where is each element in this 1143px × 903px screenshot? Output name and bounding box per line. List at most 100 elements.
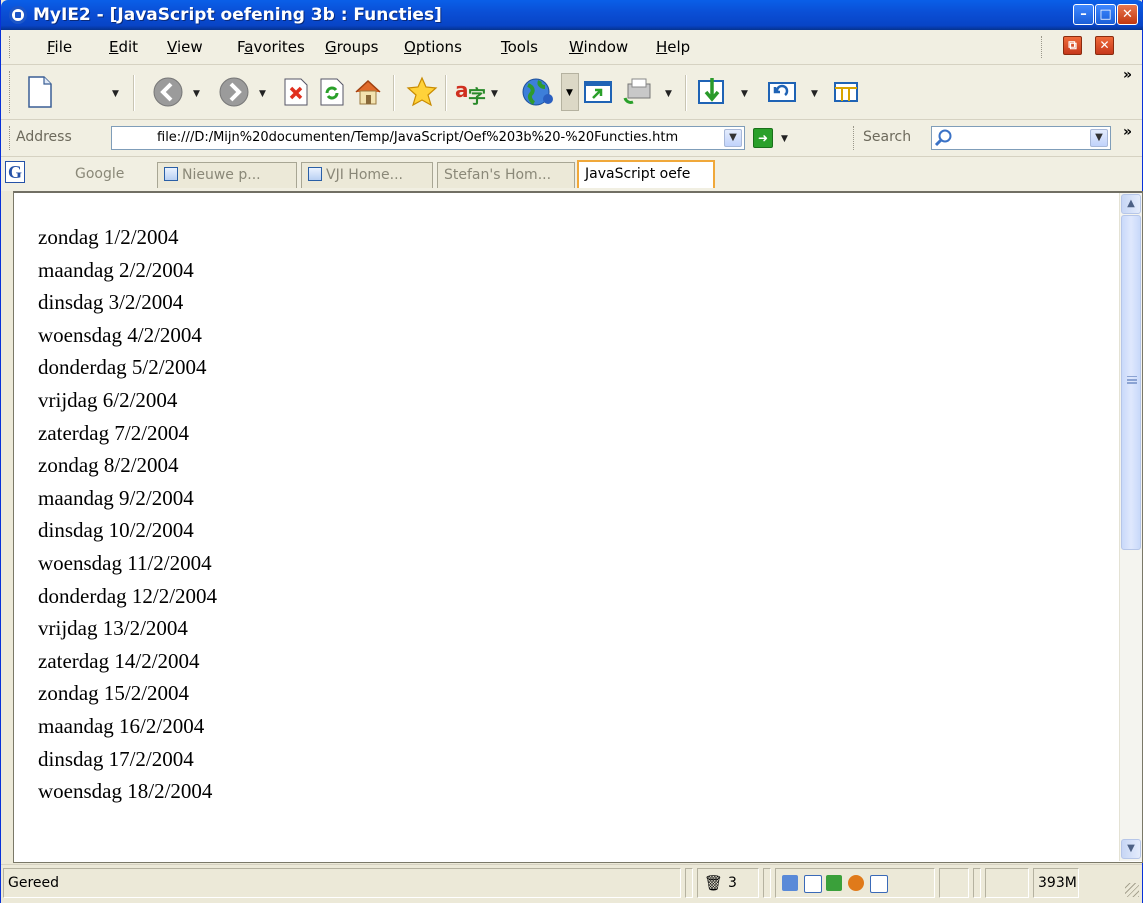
new-window-button[interactable]: [579, 73, 617, 111]
minimize-button[interactable]: –: [1073, 4, 1094, 25]
menu-item-help[interactable]: Help: [656, 38, 690, 56]
back-button[interactable]: [149, 73, 187, 111]
memory-value: 393M: [1038, 875, 1077, 891]
encoding-button[interactable]: a字: [453, 73, 491, 111]
menu-item-options[interactable]: Options: [404, 38, 462, 56]
trash-counter[interactable]: 🗑 3: [697, 868, 759, 898]
download-button[interactable]: [693, 73, 731, 111]
print-dropdown[interactable]: ▼: [665, 89, 672, 99]
forward-dropdown[interactable]: ▼: [259, 89, 266, 99]
date-line: dinsdag 10/2/2004: [38, 518, 194, 543]
address-input[interactable]: file:///D:/Mijn%20documenten/Temp/JavaSc…: [111, 126, 745, 150]
refresh-icon: [320, 78, 344, 106]
scroll-thumb[interactable]: [1121, 215, 1141, 550]
new-page-button[interactable]: [21, 73, 59, 111]
web-button[interactable]: [515, 73, 561, 111]
download-icon: [698, 78, 724, 104]
toolbar-grip[interactable]: [9, 71, 13, 113]
search-icon: [934, 129, 952, 147]
ie-page-icon: [308, 167, 322, 181]
trash-icon: 🗑: [704, 874, 724, 892]
tab-google[interactable]: Google: [27, 162, 153, 188]
menu-item-groups[interactable]: Groups: [325, 38, 378, 56]
new-page-dropdown[interactable]: ▼: [112, 89, 119, 99]
vertical-scrollbar[interactable]: ▲ ▼: [1119, 193, 1142, 861]
toolbar-chevron[interactable]: »: [1123, 67, 1132, 83]
encoding-dropdown[interactable]: ▼: [491, 89, 498, 99]
undo-close-button[interactable]: [763, 73, 801, 111]
download-dropdown[interactable]: ▼: [741, 89, 748, 99]
menu-bar: File Edit View Favorites Groups Options Tools W…: [1, 30, 1142, 65]
tab-label: Google: [75, 166, 125, 182]
tab-stefans-home[interactable]: Stefan's Hom...: [437, 162, 575, 188]
menu-item-edit[interactable]: Edit: [109, 38, 138, 56]
memory-indicator: 393M: [1033, 868, 1079, 898]
gear-icon[interactable]: [848, 875, 864, 891]
mdi-close-button[interactable]: ✕: [1095, 36, 1114, 55]
download-status-icon[interactable]: [826, 875, 842, 891]
maximize-button[interactable]: □: [1095, 4, 1116, 25]
date-line: zondag 15/2/2004: [38, 681, 190, 706]
status-text: Gereed: [8, 875, 60, 891]
stop-button[interactable]: [277, 73, 315, 111]
undo-close-dropdown[interactable]: ▼: [811, 89, 818, 99]
page-content[interactable]: zondag 1/2/2004 maandag 2/2/2004 dinsdag 3…: [13, 191, 1143, 863]
search-input[interactable]: ▼: [931, 126, 1111, 150]
back-dropdown[interactable]: ▼: [193, 89, 200, 99]
tab-label: Stefan's Hom...: [444, 167, 552, 183]
refresh-button[interactable]: [313, 73, 351, 111]
address-dropdown[interactable]: ▼: [724, 129, 742, 147]
close-button[interactable]: ✕: [1117, 4, 1138, 25]
mdi-grip[interactable]: [1041, 36, 1045, 58]
address-chevron[interactable]: »: [1123, 124, 1132, 140]
menu-item-view[interactable]: View: [167, 38, 203, 56]
new-page-icon: [28, 76, 52, 108]
date-line: zondag 1/2/2004: [38, 225, 179, 249]
menu-item-file[interactable]: File: [47, 38, 72, 56]
forward-button[interactable]: [215, 73, 253, 111]
home-icon: [355, 79, 381, 105]
date-line: zondag 8/2/2004: [38, 453, 179, 478]
menu-item-tools[interactable]: Tools: [501, 38, 538, 56]
search-dropdown[interactable]: ▼: [1090, 129, 1108, 147]
edit-icon[interactable]: [870, 875, 888, 893]
address-value: file:///D:/Mijn%20documenten/Temp/JavaSc…: [157, 130, 679, 145]
mdi-restore-button[interactable]: ⧉: [1063, 36, 1082, 55]
menubar-grip[interactable]: [9, 36, 13, 58]
tab-label: VJI Home...: [326, 167, 403, 183]
tab-nieuwe[interactable]: Nieuwe p...: [157, 162, 297, 188]
forward-icon: [219, 77, 249, 107]
home-button[interactable]: [349, 73, 387, 111]
toolbar: ▼ ▼ ▼ a字 ▼ ▼ ▼ ▼ ▼ »: [1, 65, 1142, 120]
tab-javascript-oefening[interactable]: JavaScript oefe: [577, 160, 715, 188]
scroll-up-button[interactable]: ▲: [1121, 194, 1141, 214]
address-label: Address: [16, 129, 72, 145]
title-bar[interactable]: MyIE2 - [JavaScript oefening 3b : Functi…: [1, 0, 1143, 30]
print-icon: [623, 78, 651, 104]
favorites-button[interactable]: [403, 73, 441, 111]
svg-text:字: 字: [468, 86, 486, 108]
date-line: maandag 2/2/2004: [38, 257, 194, 282]
proxy-icon[interactable]: [782, 875, 798, 891]
trash-count: 3: [728, 875, 737, 891]
web-dropdown[interactable]: ▼: [561, 73, 579, 111]
date-line: vrijdag 13/2/2004: [38, 616, 188, 641]
scroll-down-button[interactable]: ▼: [1121, 839, 1141, 859]
window-title: MyIE2 - [JavaScript oefening 3b : Functi…: [33, 5, 442, 25]
go-dropdown[interactable]: ▼: [781, 134, 788, 144]
encoding-icon: a字: [455, 78, 486, 108]
go-button[interactable]: ➜: [753, 128, 773, 148]
tab-vji-home[interactable]: VJI Home...: [301, 162, 433, 188]
brush-icon[interactable]: [804, 875, 822, 893]
date-line: woensdag 11/2/2004: [38, 550, 212, 575]
address-bar: Address file:///D:/Mijn%20documenten/Tem…: [1, 120, 1142, 157]
print-button[interactable]: [619, 73, 657, 111]
app-icon[interactable]: [9, 6, 27, 24]
view-button[interactable]: [827, 73, 865, 111]
date-line: donderdag 12/2/2004: [38, 583, 218, 608]
google-icon[interactable]: G: [5, 161, 25, 183]
svg-text:a: a: [455, 78, 469, 102]
menu-item-window[interactable]: Window: [569, 38, 628, 56]
menu-item-favorites[interactable]: Favorites: [237, 38, 305, 56]
resize-grip[interactable]: [1125, 883, 1139, 897]
